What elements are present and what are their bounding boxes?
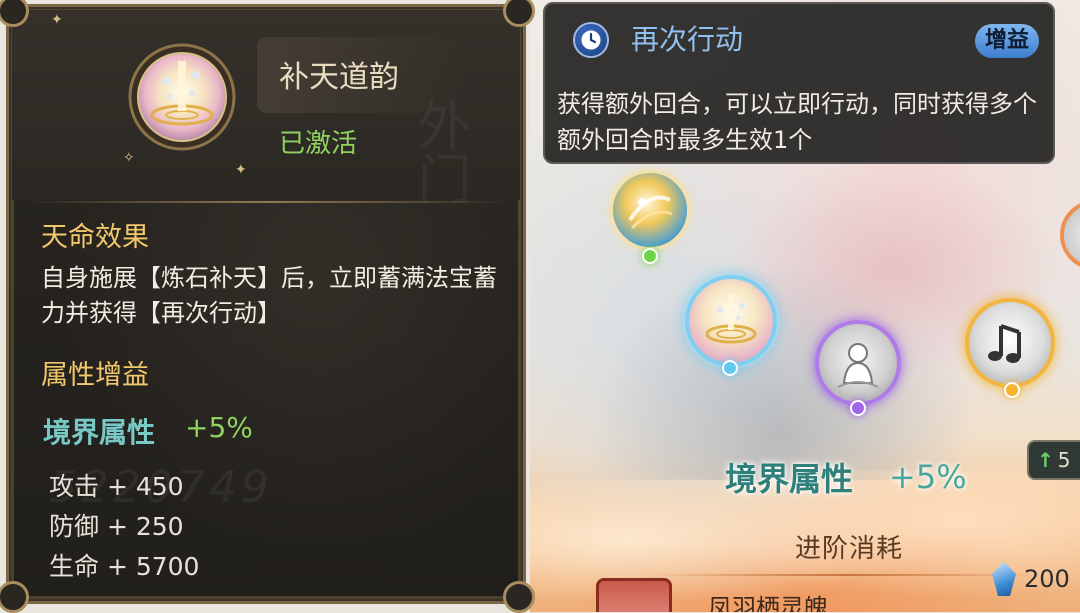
talent-node-butian[interactable]: [685, 275, 777, 367]
background-calligraphy: 外门: [408, 97, 471, 205]
sparkle-icon: ✦: [235, 162, 247, 178]
attribute-hp: 生命 + 5700: [49, 552, 200, 581]
node-dot-gold: [1004, 382, 1020, 398]
node-dot-blue: [722, 360, 738, 376]
realm-stat-label: 境界属性: [725, 460, 854, 498]
skill-icon: [126, 41, 238, 153]
attribute-bonus-title: 属性增益: [41, 360, 149, 391]
buff-tooltip: 再次行动 增益 获得额外回合，可以立即行动，同时获得多个额外回合时最多生效1个: [543, 2, 1055, 164]
clock-face-icon: [581, 30, 601, 50]
sparkle-icon: ✦: [51, 12, 63, 28]
cost-display: 200: [992, 562, 1070, 596]
attribute-defense: 防御 + 250: [49, 512, 184, 541]
divider: [650, 574, 1040, 576]
node-dot-green: [642, 248, 658, 264]
mountain-decoration: [570, 250, 990, 480]
divider: [25, 201, 511, 203]
cost-value: 200: [1024, 565, 1070, 593]
destiny-effect-description: 自身施展【炼石补天】后，立即蓄满法宝蓄力并获得【再次行动】: [41, 264, 497, 327]
corner-ornament: [503, 581, 535, 613]
crystal-icon: [992, 562, 1016, 596]
mending-heaven-icon: [128, 43, 236, 151]
side-level-badge[interactable]: ↑ 5: [1027, 440, 1080, 480]
attribute-attack: 攻击 + 450: [49, 472, 184, 501]
buff-description: 获得额外回合，可以立即行动，同时获得多个额外回合时最多生效1个: [557, 90, 1037, 154]
skill-status: 已激活: [279, 129, 358, 159]
skill-name: 补天道韵: [279, 60, 399, 95]
advance-cost-title: 进阶消耗: [795, 534, 904, 564]
destiny-effect-title: 天命效果: [41, 222, 149, 253]
up-arrow-icon: ↑: [1037, 448, 1054, 472]
sparkle-icon: ✧: [123, 150, 135, 166]
realm-attribute-value: +5%: [185, 411, 253, 444]
skill-detail-panel: 外门 ✦ ✦ ✧ 补天道韵 已激活 天命效果 自身施展【炼石补天】后，立即蓄满法…: [0, 0, 535, 613]
realm-attribute-row: 境界属性 +5%: [43, 411, 253, 451]
mending-heaven-icon: [705, 294, 757, 344]
sun-swirl-icon: [628, 195, 673, 230]
realm-stat-value: +5%: [889, 458, 967, 496]
attribute-list: 攻击 + 450 防御 + 250 生命 + 5700: [49, 467, 199, 587]
material-name: 凤羽栖灵魄: [708, 594, 828, 612]
talent-node-edge[interactable]: [1060, 200, 1080, 270]
corner-ornament: [0, 581, 29, 613]
realm-stat-line: 境界属性 +5%: [725, 452, 1025, 502]
talent-node-spirit[interactable]: [815, 320, 901, 406]
clock-icon: [573, 22, 609, 58]
music-note-icon: [988, 324, 1021, 363]
material-icon[interactable]: [596, 578, 672, 612]
node-dot-purple: [850, 400, 866, 416]
side-badge-text: 5: [1057, 448, 1071, 472]
talent-node-music[interactable]: [965, 298, 1055, 388]
talent-node-sunburst[interactable]: [610, 170, 690, 250]
realm-attribute-label: 境界属性: [43, 416, 156, 449]
buff-type-badge: 增益: [975, 24, 1040, 58]
buff-title: 再次行动: [631, 23, 744, 56]
spirit-figure-icon: [837, 343, 879, 388]
